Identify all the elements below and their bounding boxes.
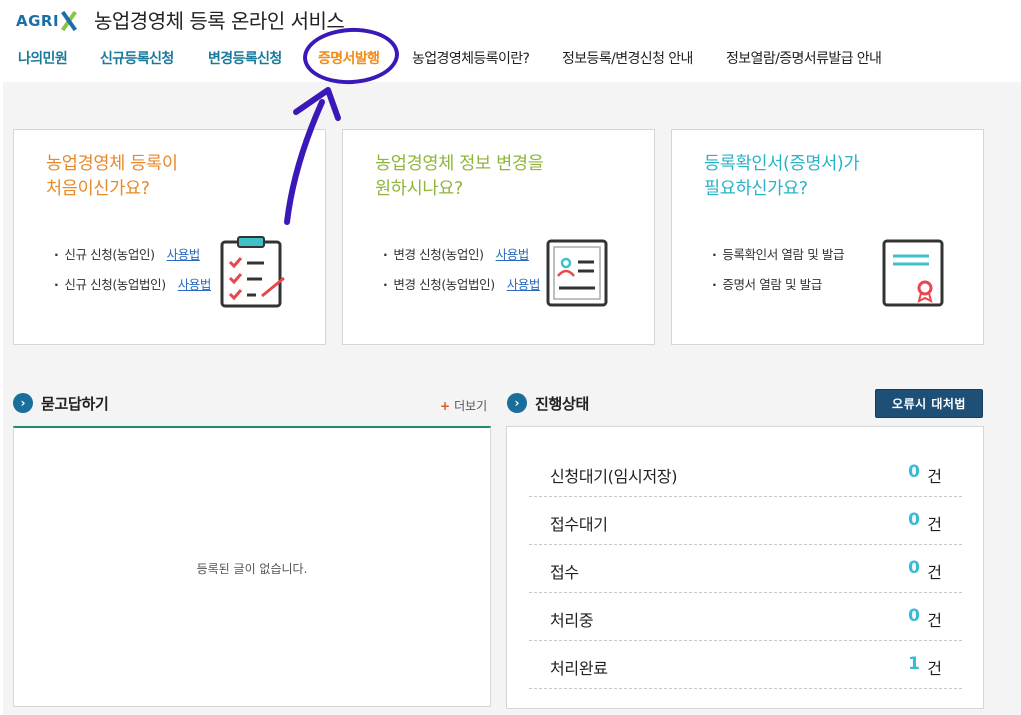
clipboard-checklist-icon <box>220 236 285 308</box>
main-nav: 나의민원 신규등록신청 변경등록신청 증명서발행 농업경영체등록이란? 정보등록… <box>0 48 1021 72</box>
card-link-list: 신규 신청(농업인)사용법 신규 신청(농업법인)사용법 <box>54 240 211 300</box>
status-label: 접수대기 <box>550 515 608 534</box>
status-count[interactable]: 0 <box>908 606 920 626</box>
usage-link[interactable]: 사용법 <box>496 247 530 262</box>
status-label: 접수 <box>550 563 579 582</box>
card-title-line2: 원하시나요? <box>375 179 463 199</box>
card-change-registration: 농업경영체 정보 변경을 원하시나요? 변경 신청(농업인) 사용법 변경 신청(… <box>342 129 655 345</box>
logo-x-mark <box>60 11 78 31</box>
status-row[interactable]: 신청대기(임시저장) 0 건 <box>529 449 962 497</box>
agrix-logo[interactable]: AGRI <box>16 8 78 34</box>
status-count[interactable]: 1 <box>908 654 920 674</box>
nav-registration-guide[interactable]: 정보등록/변경신청 안내 <box>562 48 693 68</box>
status-count[interactable]: 0 <box>908 462 920 482</box>
certificate-icon <box>882 239 944 307</box>
nav-change-registration[interactable]: 변경등록신청 <box>208 48 282 68</box>
card-title-line2: 필요하신가요? <box>704 179 808 199</box>
status-row[interactable]: 처리중 0 건 <box>529 593 962 641</box>
empty-message: 등록된 글이 없습니다. <box>196 562 308 576</box>
status-unit: 건 <box>927 659 942 678</box>
card-link-list: 등록확인서 열람 및 발급 증명서 열람 및 발급 <box>712 240 844 300</box>
status-title: 진행상태 <box>535 394 590 413</box>
qna-section-head: › 묻고답하기 <box>13 391 109 415</box>
status-panel: 신청대기(임시저장) 0 건 접수대기 0 건 접수 0 건 처리중 0 건 처… <box>506 426 984 709</box>
status-row[interactable]: 처리완료 1 건 <box>529 641 962 689</box>
card-link-list: 변경 신청(농업인)사용법 변경 신청(농업법인)사용법 <box>383 240 540 300</box>
list-item: 신규 신청(농업법인) 사용법 <box>54 270 211 300</box>
usage-link[interactable]: 사용법 <box>507 277 541 292</box>
chevron-right-icon: › <box>507 393 527 413</box>
site-header: AGRI 농업경영체 등록 온라인 서비스 나의민원 신규등록신청 변경등록신청… <box>0 0 1021 82</box>
chevron-right-icon: › <box>13 393 33 413</box>
list-item: 신규 신청(농업인) 사용법 <box>54 240 211 270</box>
more-label: 더보기 <box>454 399 488 413</box>
status-label: 신청대기(임시저장) <box>550 467 678 486</box>
qna-title: 묻고답하기 <box>41 394 109 413</box>
list-item: 등록확인서 열람 및 발급 <box>712 240 844 270</box>
confirmation-view-link[interactable]: 등록확인서 열람 및 발급 <box>722 247 844 262</box>
certificate-view-link[interactable]: 증명서 열람 및 발급 <box>722 277 822 292</box>
id-card-icon <box>546 239 608 307</box>
nav-new-registration[interactable]: 신규등록신청 <box>100 48 174 68</box>
card-title-line2: 처음이신가요? <box>46 179 150 199</box>
change-corp-link[interactable]: 변경 신청(농업법인) <box>393 277 495 292</box>
status-label: 처리완료 <box>550 659 608 678</box>
nav-about-registration[interactable]: 농업경영체등록이란? <box>412 48 530 68</box>
status-unit: 건 <box>927 611 942 630</box>
card-title: 등록확인서(증명서)가 필요하신가요? <box>704 152 860 202</box>
new-farmer-link[interactable]: 신규 신청(농업인) <box>64 247 155 262</box>
usage-link[interactable]: 사용법 <box>178 277 212 292</box>
status-row[interactable]: 접수 0 건 <box>529 545 962 593</box>
status-count[interactable]: 0 <box>908 510 920 530</box>
logo-text: AGRI <box>16 12 60 30</box>
status-section-head: › 진행상태 <box>507 391 589 415</box>
site-title: 농업경영체 등록 온라인 서비스 <box>94 9 345 33</box>
card-title-line1: 농업경영체 등록이 <box>46 154 178 174</box>
list-item: 변경 신청(농업인) 사용법 <box>383 240 540 270</box>
usage-link[interactable]: 사용법 <box>167 247 201 262</box>
list-item: 변경 신청(농업법인) 사용법 <box>383 270 540 300</box>
card-certificate: 등록확인서(증명서)가 필요하신가요? 등록확인서 열람 및 발급 증명서 열람… <box>671 129 984 345</box>
plus-icon: + <box>440 399 451 413</box>
nav-my-requests[interactable]: 나의민원 <box>18 48 68 68</box>
status-unit: 건 <box>927 467 942 486</box>
nav-view-issue-guide[interactable]: 정보열람/증명서류발급 안내 <box>726 48 882 68</box>
main-content: 농업경영체 등록이 처음이신가요? 신규 신청(농업인) 사용법 신규 신청(농업… <box>3 82 1021 715</box>
card-title-line1: 등록확인서(증명서)가 <box>704 154 860 174</box>
card-title: 농업경영체 등록이 처음이신가요? <box>46 152 178 202</box>
status-unit: 건 <box>927 515 942 534</box>
card-title-line1: 농업경영체 정보 변경을 <box>375 154 544 174</box>
qna-panel: 등록된 글이 없습니다. <box>13 426 491 707</box>
status-count[interactable]: 0 <box>908 558 920 578</box>
status-label: 처리중 <box>550 611 594 630</box>
more-link[interactable]: + 더보기 <box>440 397 487 414</box>
card-title: 농업경영체 정보 변경을 원하시나요? <box>375 152 544 202</box>
list-item: 증명서 열람 및 발급 <box>712 270 844 300</box>
change-farmer-link[interactable]: 변경 신청(농업인) <box>393 247 484 262</box>
status-row[interactable]: 접수대기 0 건 <box>529 497 962 545</box>
error-guide-button[interactable]: 오류시 대처법 <box>875 389 983 418</box>
new-corp-link[interactable]: 신규 신청(농업법인) <box>64 277 166 292</box>
status-unit: 건 <box>927 563 942 582</box>
card-new-registration: 농업경영체 등록이 처음이신가요? 신규 신청(농업인) 사용법 신규 신청(농업… <box>13 129 326 345</box>
